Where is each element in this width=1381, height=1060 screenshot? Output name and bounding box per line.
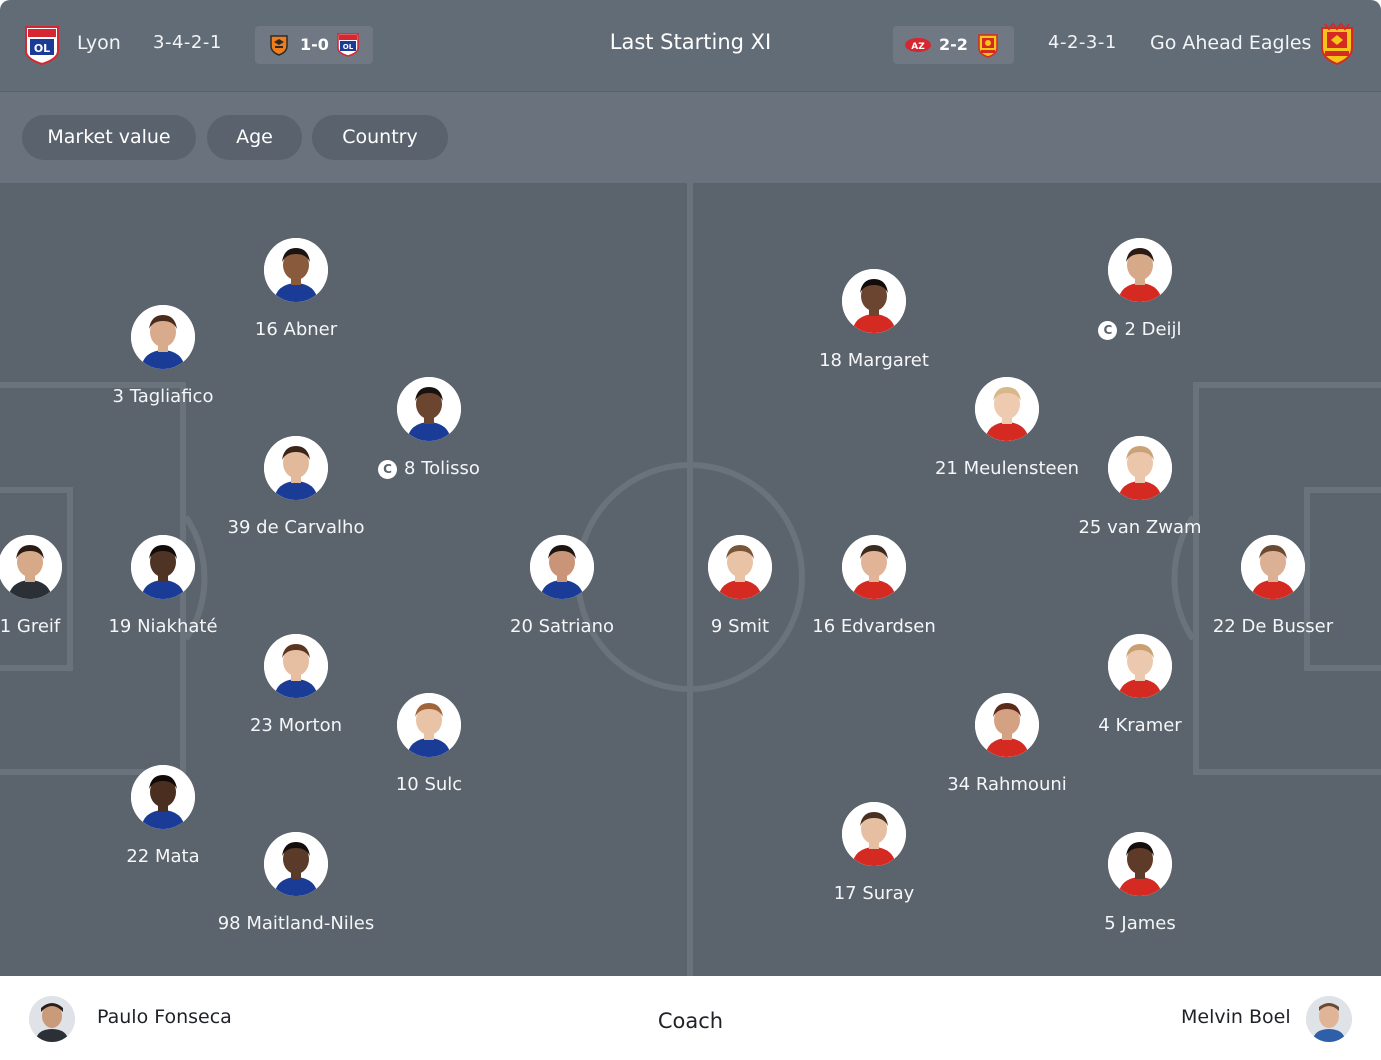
player-name[interactable]: 18 Margaret [794,349,954,372]
player-label: 98 Maitland-Niles [217,913,375,934]
player-label: 10 Sulc [395,774,463,795]
filter-market-value[interactable]: Market value [22,115,196,160]
player-avatar[interactable] [975,377,1039,441]
player-avatar[interactable] [131,305,195,369]
player-label: 8 Tolisso [404,458,480,479]
coach-bar: Paulo Fonseca Coach Melvin Boel [0,976,1381,1060]
player-label: 21 Meulensteen [934,458,1080,479]
player-name[interactable]: 22 De Busser [1193,615,1353,638]
player-avatar[interactable] [264,634,328,698]
player-name[interactable]: 25 van Zwam [1060,516,1220,539]
player-avatar[interactable] [975,693,1039,757]
az-crest-icon: AZ [904,37,932,53]
player-label: 18 Margaret [819,350,929,371]
filter-age[interactable]: Age [207,115,302,160]
player-name[interactable]: 20 Satriano [482,615,642,638]
away-formation: 4-2-3-1 [1048,32,1117,53]
player-avatar[interactable] [1108,238,1172,302]
player-label: 16 Abner [254,319,338,340]
player-label: 2 Deijl [1124,319,1182,340]
player-label: 23 Morton [249,715,343,736]
player-name[interactable]: 23 Morton [216,714,376,737]
player-avatar[interactable] [1108,436,1172,500]
player-name[interactable]: 34 Rahmouni [927,773,1087,796]
player-avatar[interactable] [708,535,772,599]
player-name[interactable]: C 8 Tolisso [349,457,509,480]
player-avatar[interactable] [397,693,461,757]
player-name[interactable]: 98 Maitland-Niles [216,912,376,935]
player-label: 16 Edvardsen [812,616,936,637]
player-label: 1 Greif [0,616,61,637]
lineup-header: OL Lyon 3-4-2-1 1-0 OL Last Starting XI … [0,0,1381,92]
away-coach-avatar[interactable] [1306,996,1352,1042]
player-name[interactable]: 16 Edvardsen [794,615,954,638]
player-avatar[interactable] [842,802,906,866]
player-avatar[interactable] [264,436,328,500]
go-ahead-eagles-crest-icon [1319,22,1355,66]
away-last-match[interactable]: AZ 2-2 [893,26,1014,64]
player-name[interactable]: 17 Suray [794,882,954,905]
player-avatar[interactable] [1108,832,1172,896]
player-label: 39 de Carvalho [227,517,365,538]
player-name[interactable]: 10 Sulc [349,773,509,796]
player-name[interactable]: 39 de Carvalho [216,516,376,539]
player-label: 34 Rahmouni [947,774,1067,795]
captain-badge-icon: C [1098,321,1118,340]
starting-xi-card: OL Lyon 3-4-2-1 1-0 OL Last Starting XI … [0,0,1381,1060]
player-avatar[interactable] [530,535,594,599]
pitch: 16 Abner 3 Tagliafico C 8 Tolisso 39 de Carv… [0,183,1381,976]
player-avatar[interactable] [842,535,906,599]
player-avatar[interactable] [264,832,328,896]
player-avatar[interactable] [842,269,906,333]
player-name[interactable]: C 2 Deijl [1060,318,1220,341]
player-name[interactable]: 22 Mata [83,845,243,868]
player-label: 4 Kramer [1098,715,1182,736]
player-name[interactable]: 4 Kramer [1060,714,1220,737]
player-avatar[interactable] [397,377,461,441]
player-label: 9 Smit [710,616,770,637]
player-label: 5 James [1104,913,1176,934]
player-avatar[interactable] [264,238,328,302]
filter-bar: Market value Age Country [0,92,1381,183]
player-avatar[interactable] [1241,535,1305,599]
player-avatar[interactable] [0,535,62,599]
player-label: 20 Satriano [510,616,614,637]
player-label: 17 Suray [833,883,915,904]
player-label: 22 Mata [126,846,200,867]
player-avatar[interactable] [131,535,195,599]
coach-label: Coach [657,1009,724,1033]
captain-badge-icon: C [378,460,398,479]
player-label: 22 De Busser [1212,616,1334,637]
player-avatar[interactable] [1108,634,1172,698]
player-name[interactable]: 19 Niakhaté [83,615,243,638]
player-label: 19 Niakhaté [108,616,218,637]
away-team-name[interactable]: Go Ahead Eagles [1150,32,1311,54]
player-label: 3 Tagliafico [112,386,214,407]
player-name[interactable]: 21 Meulensteen [927,457,1087,480]
player-name[interactable]: 3 Tagliafico [83,385,243,408]
player-name[interactable]: 5 James [1060,912,1220,935]
go-ahead-eagles-crest-icon [977,32,999,58]
player-avatar[interactable] [131,765,195,829]
away-last-score: 2-2 [939,35,968,54]
player-name[interactable]: 16 Abner [216,318,376,341]
away-coach-name[interactable]: Melvin Boel [1181,1006,1291,1028]
svg-text:AZ: AZ [911,42,925,52]
filter-country[interactable]: Country [312,115,448,160]
player-label: 25 van Zwam [1078,517,1202,538]
